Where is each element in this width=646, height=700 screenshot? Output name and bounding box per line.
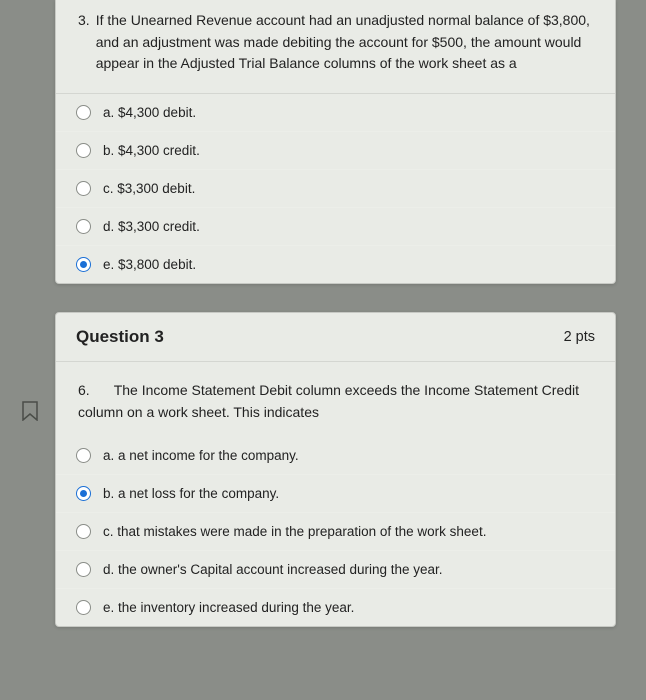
bookmark-flag-icon[interactable]: [22, 401, 38, 421]
options-list-2: a. a net income for the company. b. a ne…: [56, 437, 615, 626]
radio-icon: [76, 143, 91, 158]
question-number-2: 6.: [78, 382, 90, 398]
radio-icon: [76, 600, 91, 615]
radio-icon: [76, 181, 91, 196]
radio-icon: [76, 257, 91, 272]
radio-icon: [76, 562, 91, 577]
radio-icon: [76, 448, 91, 463]
question-header: Question 3 2 pts: [56, 313, 615, 362]
question-card-2: Question 3 2 pts 6.The Income Statement …: [55, 312, 616, 627]
option-label: b. $4,300 credit.: [103, 143, 200, 158]
option-2a[interactable]: a. a net income for the company.: [56, 437, 615, 474]
question-text-2: The Income Statement Debit column exceed…: [78, 382, 579, 420]
options-list-1: a. $4,300 debit. b. $4,300 credit. c. $3…: [56, 93, 615, 283]
question-text-1: If the Unearned Revenue account had an u…: [96, 10, 593, 75]
option-label: a. $4,300 debit.: [103, 105, 196, 120]
option-1a[interactable]: a. $4,300 debit.: [56, 94, 615, 131]
option-2e[interactable]: e. the inventory increased during the ye…: [56, 588, 615, 626]
option-label: e. $3,800 debit.: [103, 257, 196, 272]
question-card-1: 3. If the Unearned Revenue account had a…: [55, 0, 616, 284]
option-2c[interactable]: c. that mistakes were made in the prepar…: [56, 512, 615, 550]
question-number-1: 3.: [78, 10, 90, 75]
option-1c[interactable]: c. $3,300 debit.: [56, 169, 615, 207]
option-label: d. $3,300 credit.: [103, 219, 200, 234]
radio-icon: [76, 524, 91, 539]
option-label: b. a net loss for the company.: [103, 486, 279, 501]
option-label: e. the inventory increased during the ye…: [103, 600, 354, 615]
option-1d[interactable]: d. $3,300 credit.: [56, 207, 615, 245]
option-label: c. $3,300 debit.: [103, 181, 195, 196]
radio-icon: [76, 219, 91, 234]
radio-icon: [76, 105, 91, 120]
option-1b[interactable]: b. $4,300 credit.: [56, 131, 615, 169]
option-label: d. the owner's Capital account increased…: [103, 562, 443, 577]
option-label: a. a net income for the company.: [103, 448, 299, 463]
question-prompt-1: 3. If the Unearned Revenue account had a…: [56, 0, 615, 93]
option-1e[interactable]: e. $3,800 debit.: [56, 245, 615, 283]
option-2b[interactable]: b. a net loss for the company.: [56, 474, 615, 512]
radio-icon: [76, 486, 91, 501]
question-prompt-2: 6.The Income Statement Debit column exce…: [56, 362, 615, 437]
option-2d[interactable]: d. the owner's Capital account increased…: [56, 550, 615, 588]
option-label: c. that mistakes were made in the prepar…: [103, 524, 486, 539]
question-points: 2 pts: [564, 329, 595, 345]
question-title: Question 3: [76, 327, 164, 347]
